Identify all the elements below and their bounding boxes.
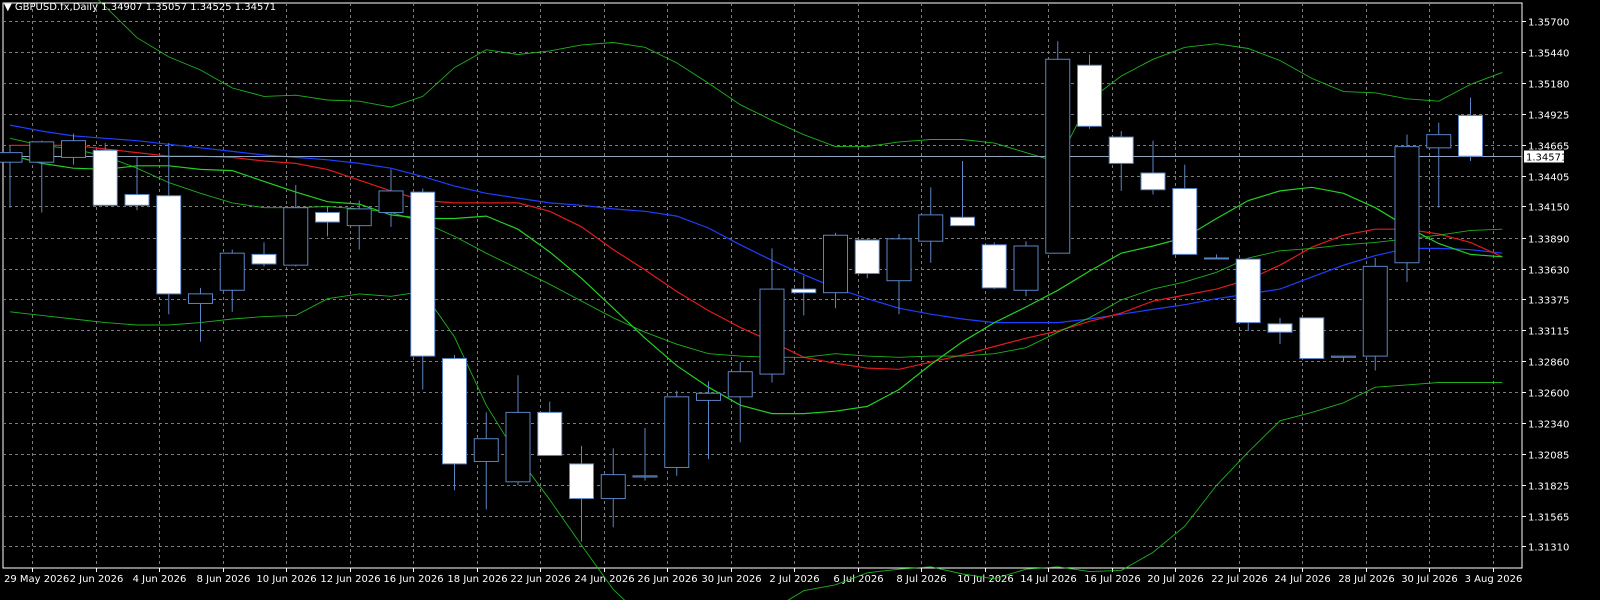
candle-bear [981,244,1007,289]
candle-bear [156,195,182,295]
candle-bear [791,288,817,294]
candle-bull [886,238,912,282]
time-axis-label: 24 Jul 2026 [1274,574,1331,585]
candle-bear [315,211,340,223]
price-axis-label: 1.33890 [1528,235,1569,246]
candle-bull [1013,245,1039,291]
price-axis-label: 1.35700 [1528,18,1569,29]
chart-title: ▼ GBPUSD.fx,Daily 1.34907 1.35057 1.3452… [4,2,276,13]
time-axis-label: 29 May 2026 [4,574,69,585]
price-axis-label: 1.34925 [1528,111,1569,122]
price-axis-label: 1.35180 [1528,80,1569,91]
candle-bull [1331,355,1356,358]
candle-bull [188,293,213,304]
candle-bull [378,190,404,213]
candle-bull [505,411,531,483]
price-axis-label: 1.35440 [1528,49,1569,60]
time-axis-label: 12 Jun 2026 [320,574,380,585]
time-axis-label: 28 Jul 2026 [1338,574,1395,585]
price-axis-label: 1.32085 [1528,451,1569,462]
candle-bear [1140,172,1166,191]
candle-bear [537,411,563,456]
price-axis-label: 1.32860 [1528,358,1569,369]
candle-bear [1172,188,1198,255]
price-axis-label: 1.32600 [1528,389,1569,400]
time-axis-label: 3 Aug 2026 [1465,574,1523,585]
time-axis-label: 26 Jun 2026 [637,574,697,585]
time-axis-label: 16 Jun 2026 [383,574,443,585]
price-axis-label: 1.33115 [1528,327,1569,338]
candle-bull [823,234,848,294]
bollinger-lower-green-line [9,291,1503,600]
price-axis-label: 1.33375 [1528,296,1569,307]
candle-bear [92,149,118,206]
price-axis-label: 1.31825 [1528,482,1569,493]
candle-bull [219,252,245,291]
candle-bear [1077,64,1102,127]
candle-bull [600,474,626,500]
candle-bear [569,463,594,500]
time-axis-label: 18 Jun 2026 [447,574,507,585]
time-axis-label: 4 Jun 2026 [133,574,187,585]
price-axis-label: 1.31310 [1528,543,1569,554]
time-axis-label: 16 Jul 2026 [1084,574,1141,585]
candle-bear [1235,258,1261,324]
price-axis-label: 1.34405 [1528,173,1569,184]
candle-bull [473,438,499,462]
candle-bear [251,253,277,265]
moving-average-blue-line [9,124,1503,324]
bollinger-upper-green-line [97,0,1503,163]
time-axis-label: 22 Jun 2026 [510,574,570,585]
candle-bull [1394,146,1420,264]
candle-bear [410,191,436,357]
price-axis-label: 1.31565 [1528,513,1569,524]
candle-bull [29,141,55,163]
candle-bull [759,288,785,375]
candle-bull [918,214,944,242]
price-axis-label: 1.32340 [1528,420,1569,431]
time-axis-label: 24 Jun 2026 [574,574,634,585]
candle-bear [950,216,975,227]
candle-bear [1267,323,1293,333]
time-axis-label: 8 Jun 2026 [197,574,251,585]
time-axis-label: 8 Jul 2026 [896,574,946,585]
time-axis-label: 20 Jul 2026 [1147,574,1204,585]
price-axis-label: 1.33630 [1528,266,1569,277]
price-axis-label: 1.34150 [1528,203,1569,214]
candle-bull [1426,134,1452,149]
current-price-label: 1.34571 [1526,153,1567,164]
time-axis-label: 10 Jun 2026 [256,574,316,585]
symbol-quote-label: GBPUSD.fx,Daily 1.34907 1.35057 1.34525 … [14,2,277,13]
candle-bull [61,140,86,158]
price-chart[interactable]: 1.357001.354401.351801.349251.346651.344… [0,0,1600,600]
candle-bear [854,239,880,275]
candle-bull [1045,58,1071,254]
candle-bull [1204,257,1229,260]
candle-bull [632,475,658,478]
time-axis-label: 2 Jun 2026 [70,574,124,585]
time-axis-label: 2 Jul 2026 [769,574,819,585]
candle-bull [0,152,23,163]
symbol-dropdown-icon[interactable]: ▼ [4,2,12,13]
candle-bear [442,358,467,465]
candle-bull [346,208,372,227]
candle-bear [124,194,150,206]
trading-chart-window[interactable]: 1.35700 1.35440 1.35180 1.34925 1.34665 1.344… [0,0,1600,600]
candle-bull [727,371,753,398]
time-axis-label: 30 Jul 2026 [1401,574,1458,585]
time-axis-label: 14 Jul 2026 [1020,574,1077,585]
time-axis-label: 22 Jul 2026 [1211,574,1268,585]
candle-bull [696,392,721,401]
candle-bull [1362,265,1388,357]
candle-bear [1458,115,1483,157]
candle-bull [664,396,690,468]
candle-bear [1108,136,1134,164]
candle-bear [1299,317,1325,360]
candle-bull [283,207,309,266]
time-axis-label: 30 Jun 2026 [701,574,761,585]
